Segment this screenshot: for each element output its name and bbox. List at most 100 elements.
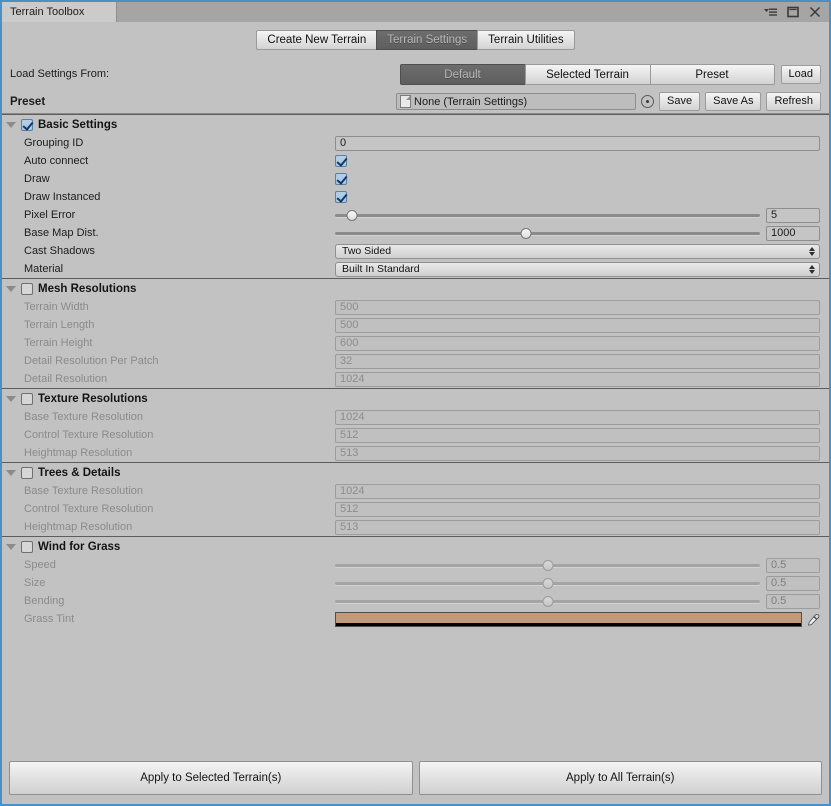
- load-settings-controls: Default Selected Terrain Preset Load: [399, 63, 821, 85]
- preset-object-field[interactable]: None (Terrain Settings): [396, 93, 637, 110]
- row-label: Base Map Dist.: [24, 227, 99, 239]
- section-wind-for-grass: Wind for Grass Speed 0.5 Size 0.5 Bending 0.5 G…: [2, 536, 829, 628]
- slider[interactable]: [335, 226, 760, 241]
- row-label: Draw: [24, 173, 50, 185]
- row-control-texture-resolution: Control Texture Resolution 512: [2, 426, 829, 444]
- text-field[interactable]: 500: [335, 317, 820, 333]
- slider[interactable]: [335, 558, 760, 573]
- slider-value-field[interactable]: 0.5: [766, 575, 820, 591]
- slider-value-field[interactable]: 0.5: [766, 593, 820, 609]
- slider-thumb[interactable]: [520, 227, 532, 239]
- section-enable-checkbox[interactable]: [21, 392, 33, 405]
- dropdown-field[interactable]: Built In Standard: [335, 261, 820, 277]
- text-field[interactable]: 600: [335, 335, 820, 351]
- foldout-arrow-icon[interactable]: [6, 395, 16, 402]
- slider-value-field[interactable]: 1000: [766, 225, 820, 241]
- load-source-group: Default Selected Terrain Preset: [399, 63, 775, 85]
- load-source-selected-terrain[interactable]: Selected Terrain: [524, 63, 650, 85]
- row-base-map-dist: Base Map Dist. 1000: [2, 224, 829, 242]
- color-alpha-bar: [336, 622, 801, 626]
- slider-thumb[interactable]: [346, 209, 358, 221]
- text-field[interactable]: 32: [335, 353, 820, 369]
- window-menu-icon[interactable]: [764, 5, 778, 19]
- dropdown-value: Built In Standard: [342, 263, 420, 275]
- row-label: Terrain Height: [24, 337, 93, 349]
- preset-row: Preset None (Terrain Settings) Save Save…: [2, 90, 829, 114]
- preset-save-button[interactable]: Save: [659, 92, 701, 111]
- section-enable-checkbox[interactable]: [21, 540, 33, 553]
- slider-value-field[interactable]: 5: [766, 207, 820, 223]
- tab-terrain-settings[interactable]: Terrain Settings: [376, 30, 478, 50]
- row-base-texture-resolution: Base Texture Resolution 1024: [2, 408, 829, 426]
- foldout-arrow-icon[interactable]: [6, 469, 16, 476]
- text-field[interactable]: 513: [335, 445, 820, 461]
- row-grouping-id: Grouping ID 0: [2, 134, 829, 152]
- color-field[interactable]: [335, 611, 802, 627]
- text-field[interactable]: 512: [335, 427, 820, 443]
- preset-refresh-button[interactable]: Refresh: [766, 92, 821, 111]
- section-header-texture-resolutions[interactable]: Texture Resolutions: [2, 389, 829, 408]
- text-field[interactable]: 513: [335, 519, 820, 535]
- row-checkbox[interactable]: [335, 173, 347, 185]
- section-enable-checkbox[interactable]: [21, 118, 33, 131]
- apply-to-selected-terrains-button[interactable]: Apply to Selected Terrain(s): [9, 761, 413, 795]
- foldout-arrow-icon[interactable]: [6, 121, 16, 128]
- row-label: Auto connect: [24, 155, 89, 167]
- slider-track: [335, 231, 760, 235]
- text-field[interactable]: 1024: [335, 371, 820, 387]
- section-enable-checkbox[interactable]: [21, 282, 33, 295]
- row-label: Terrain Width: [24, 301, 89, 313]
- text-field[interactable]: 0: [335, 135, 820, 151]
- tab-create-new-terrain[interactable]: Create New Terrain: [256, 30, 377, 50]
- slider-thumb[interactable]: [542, 577, 553, 589]
- slider[interactable]: [335, 576, 760, 591]
- slider-value-field[interactable]: 0.5: [766, 557, 820, 573]
- preset-save-as-button[interactable]: Save As: [705, 92, 762, 111]
- row-auto-connect: Auto connect: [2, 152, 829, 170]
- dropdown-field[interactable]: Two Sided: [335, 243, 820, 259]
- document-icon: [400, 95, 412, 108]
- row-label: Draw Instanced: [24, 191, 101, 203]
- section-enable-checkbox[interactable]: [21, 466, 33, 479]
- row-label: Base Texture Resolution: [24, 411, 144, 423]
- foldout-arrow-icon[interactable]: [6, 543, 16, 550]
- apply-to-all-terrains-button[interactable]: Apply to All Terrain(s): [418, 761, 822, 795]
- main-tab-group: Create New Terrain Terrain Settings Terr…: [256, 30, 575, 50]
- object-picker-icon[interactable]: [641, 95, 655, 108]
- load-source-preset[interactable]: Preset: [649, 63, 775, 85]
- section-header-mesh-resolutions[interactable]: Mesh Resolutions: [2, 279, 829, 298]
- row-grass-tint: Grass Tint: [2, 610, 829, 628]
- load-source-default[interactable]: Default: [399, 63, 525, 85]
- text-field[interactable]: 512: [335, 501, 820, 517]
- foldout-arrow-icon[interactable]: [6, 285, 16, 292]
- window-tab-terrain-toolbox[interactable]: Terrain Toolbox: [2, 2, 117, 22]
- load-button[interactable]: Load: [780, 64, 821, 84]
- chevron-updown-icon: [809, 264, 815, 274]
- row-checkbox[interactable]: [335, 155, 347, 167]
- row-label: Base Texture Resolution: [24, 485, 144, 497]
- section-texture-resolutions: Texture Resolutions Base Texture Resoluti…: [2, 388, 829, 462]
- slider-thumb[interactable]: [542, 559, 553, 571]
- row-label: Cast Shadows: [24, 245, 95, 257]
- slider[interactable]: [335, 594, 760, 609]
- section-header-trees-and-details[interactable]: Trees & Details: [2, 463, 829, 482]
- tab-terrain-utilities[interactable]: Terrain Utilities: [477, 30, 575, 50]
- slider[interactable]: [335, 208, 760, 223]
- row-checkbox[interactable]: [335, 191, 347, 203]
- section-header-wind-for-grass[interactable]: Wind for Grass: [2, 537, 829, 556]
- close-icon[interactable]: [808, 5, 822, 19]
- row-size: Size 0.5: [2, 574, 829, 592]
- terrain-toolbox-window: Terrain Toolbox Create New Terrain Terra…: [0, 0, 831, 806]
- row-heightmap-resolution: Heightmap Resolution 513: [2, 518, 829, 536]
- eyedropper-icon[interactable]: [806, 612, 820, 627]
- section-header-basic-settings[interactable]: Basic Settings: [2, 115, 829, 134]
- slider-track: [335, 213, 760, 217]
- text-field[interactable]: 1024: [335, 409, 820, 425]
- row-label: Grass Tint: [24, 613, 75, 625]
- slider-thumb[interactable]: [542, 595, 553, 607]
- row-pixel-error: Pixel Error 5: [2, 206, 829, 224]
- row-detail-resolution: Detail Resolution 1024: [2, 370, 829, 388]
- maximize-icon[interactable]: [786, 5, 800, 19]
- text-field[interactable]: 500: [335, 299, 820, 315]
- text-field[interactable]: 1024: [335, 483, 820, 499]
